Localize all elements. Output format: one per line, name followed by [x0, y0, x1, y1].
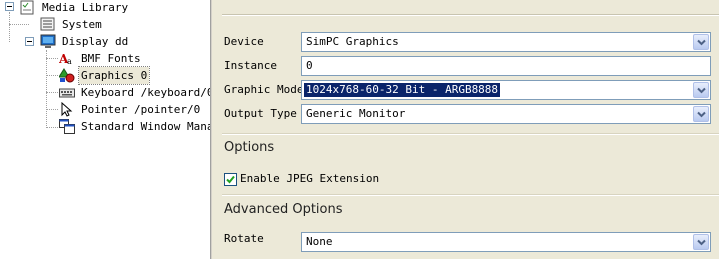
tree-connector: [9, 12, 10, 42]
tree-node-label: Pointer /pointer/0: [81, 103, 201, 116]
divider: [222, 133, 719, 135]
output-type-label: Output Type: [224, 107, 297, 120]
tree-node-label: Keyboard /keyboard/0: [81, 86, 210, 99]
tree-connector: [46, 92, 58, 93]
tree-connector: [46, 75, 58, 76]
device-label: Device: [224, 35, 264, 48]
divider: [222, 194, 719, 196]
keyboard-icon: [59, 85, 75, 100]
rotate-value: None: [306, 235, 333, 248]
chevron-down-icon[interactable]: [693, 82, 709, 98]
tree-node-label: System: [62, 18, 102, 31]
checkmark-icon: [226, 175, 235, 184]
tree-connector: [46, 58, 58, 59]
output-type-select[interactable]: Generic Monitor: [301, 104, 711, 124]
device-select[interactable]: SimPC Graphics: [301, 32, 711, 52]
chevron-down-icon[interactable]: [693, 34, 709, 50]
tree-node-label: Media Library: [42, 1, 129, 14]
tree-node-label: BMF Fonts: [81, 52, 141, 65]
graphic-mode-select[interactable]: 1024x768-60-32 Bit - ARGB8888: [301, 80, 711, 100]
system-icon: [40, 17, 56, 32]
instance-value: 0: [306, 59, 313, 72]
graphic-mode-value: 1024x768-60-32 Bit - ARGB8888: [302, 82, 502, 98]
graphic-mode-label: Graphic Mode: [224, 83, 304, 96]
chevron-down-icon[interactable]: [693, 106, 709, 122]
rotate-label: Rotate: [224, 232, 264, 245]
tree-node-label: Standard Window Manager: [81, 120, 210, 133]
monitor-icon: [40, 34, 56, 49]
rotate-select[interactable]: None: [301, 232, 711, 252]
options-heading: Options: [224, 140, 275, 155]
instance-label: Instance: [224, 59, 277, 72]
pointer-icon: [59, 101, 75, 117]
advanced-options-heading: Advanced Options: [224, 202, 343, 217]
enable-jpeg-checkbox[interactable]: [224, 173, 237, 186]
tree-connector: [9, 24, 29, 25]
tree-connector: [46, 109, 58, 110]
font-icon: Aa: [58, 51, 75, 66]
collapse-toggle[interactable]: [5, 2, 14, 11]
instance-input[interactable]: 0: [301, 56, 711, 76]
checklist-icon: [20, 0, 36, 15]
graphics-shapes-icon: [58, 68, 75, 83]
properties-panel: Device SimPC Graphics Instance 0 Graphic…: [212, 0, 719, 259]
device-value: SimPC Graphics: [306, 35, 399, 48]
chevron-down-icon[interactable]: [693, 234, 709, 250]
enable-jpeg-label[interactable]: Enable JPEG Extension: [240, 170, 379, 188]
output-type-value: Generic Monitor: [306, 107, 406, 120]
device-tree[interactable]: Media Library System Display dd Aa BMF F…: [0, 0, 210, 259]
windows-icon: [59, 119, 75, 134]
collapse-toggle[interactable]: [25, 37, 34, 46]
tree-connector: [46, 50, 47, 128]
tree-node-label: Display dd: [62, 35, 129, 48]
tree-connector: [46, 127, 58, 128]
tree-node-label: Graphics 0: [77, 66, 151, 85]
divider: [222, 14, 719, 16]
svg-text:a: a: [67, 57, 72, 66]
